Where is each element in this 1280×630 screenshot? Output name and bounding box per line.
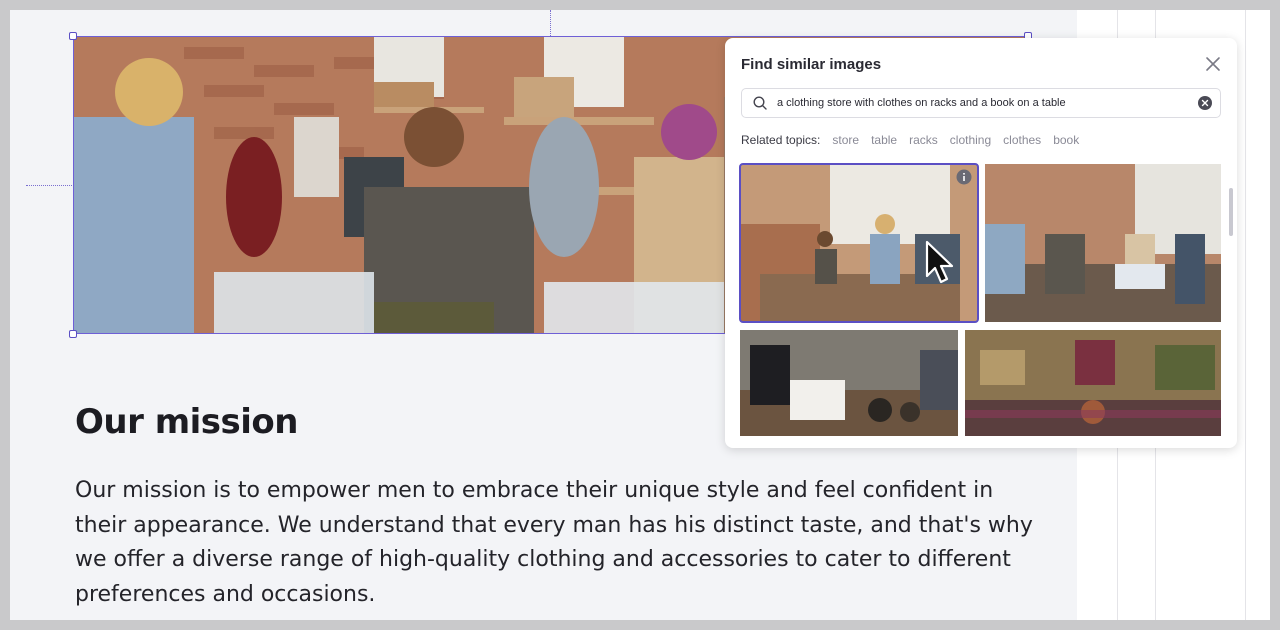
panel-divider [1245, 10, 1246, 620]
image-result-3[interactable] [740, 330, 958, 436]
topic-store[interactable]: store [832, 133, 859, 147]
alignment-guide-horizontal [26, 185, 72, 186]
clear-circle-icon[interactable] [1197, 95, 1213, 111]
dialog-title: Find similar images [741, 56, 882, 73]
editor-canvas: Our mission Our mission is to empower me… [10, 10, 1270, 620]
topic-book[interactable]: book [1053, 133, 1079, 147]
image-result-2[interactable] [985, 164, 1221, 322]
topic-racks[interactable]: racks [909, 133, 938, 147]
resize-handle-top-left[interactable] [69, 32, 77, 40]
related-topics-label: Related topics: [741, 133, 821, 147]
search-icon [752, 95, 768, 111]
search-input[interactable] [777, 89, 1189, 117]
close-icon[interactable] [1203, 54, 1223, 74]
topic-clothing[interactable]: clothing [950, 133, 991, 147]
section-heading: Our mission [75, 402, 299, 442]
topic-table[interactable]: table [871, 133, 897, 147]
search-box [741, 88, 1221, 118]
mission-paragraph: Our mission is to empower men to embrace… [75, 478, 1033, 607]
info-icon[interactable] [956, 169, 972, 185]
image-result-4[interactable] [965, 330, 1221, 436]
resize-handle-bottom-left[interactable] [69, 330, 77, 338]
mouse-pointer-icon [925, 240, 957, 291]
alignment-guide-vertical [550, 10, 551, 36]
find-similar-images-dialog: Find similar images Related topics: stor… [725, 38, 1237, 448]
related-topics: Related topics: store table racks clothi… [741, 133, 1079, 147]
results-scrollbar[interactable] [1229, 188, 1233, 236]
topic-clothes[interactable]: clothes [1003, 133, 1041, 147]
